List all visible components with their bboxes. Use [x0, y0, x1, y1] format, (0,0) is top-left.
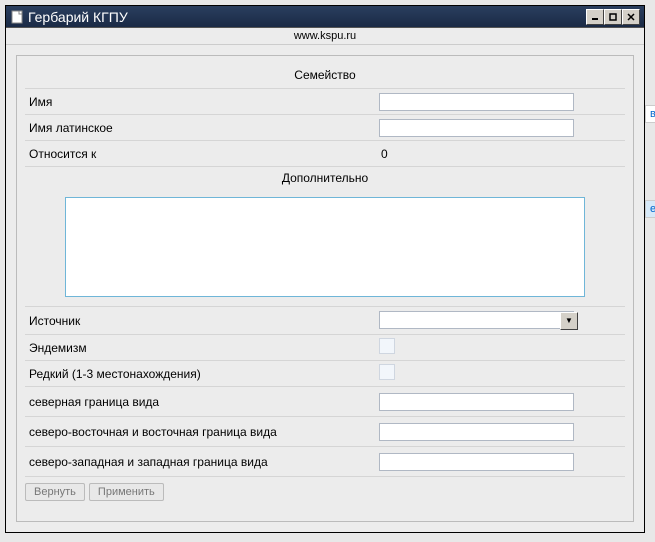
input-latin[interactable] [379, 119, 574, 137]
row-belongs: Относится к 0 [25, 141, 625, 167]
chevron-down-icon[interactable]: ▼ [560, 312, 578, 330]
row-name: Имя [25, 89, 625, 115]
row-source: Источник ▼ [25, 307, 625, 335]
row-rare: Редкий (1-3 местонахождения) [25, 361, 625, 387]
checkbox-endemism[interactable] [379, 338, 395, 354]
section-header-family: Семейство [25, 64, 625, 89]
input-name[interactable] [379, 93, 574, 111]
titlebar: Гербарий КГПУ [6, 6, 644, 28]
row-additional [25, 191, 625, 307]
background-fragment: ен [645, 200, 655, 218]
row-endemism: Эндемизм [25, 335, 625, 361]
label-name: Имя [25, 95, 375, 109]
textarea-additional[interactable] [65, 197, 585, 297]
background-fragment: ва [645, 105, 655, 123]
minimize-button[interactable] [586, 9, 604, 25]
value-belongs: 0 [379, 147, 388, 161]
apply-button[interactable]: Применить [89, 483, 164, 501]
select-source[interactable]: ▼ [379, 311, 579, 331]
window-controls [586, 9, 640, 25]
label-belongs: Относится к [25, 147, 375, 161]
form-container: Семейство Имя Имя латинское Относится к … [6, 45, 644, 532]
input-northeast[interactable] [379, 423, 574, 441]
app-window: Гербарий КГПУ www.kspu.ru Семейство Имя … [5, 5, 645, 533]
label-northeast: северо-восточная и восточная граница вид… [25, 425, 375, 439]
form-actions: Вернуть Применить [25, 477, 625, 501]
label-north: северная граница вида [25, 395, 375, 409]
label-latin: Имя латинское [25, 121, 375, 135]
row-north: северная граница вида [25, 387, 625, 417]
row-latin: Имя латинское [25, 115, 625, 141]
maximize-button[interactable] [604, 9, 622, 25]
row-northeast: северо-восточная и восточная граница вид… [25, 417, 625, 447]
input-northwest[interactable] [379, 453, 574, 471]
document-icon [10, 10, 24, 24]
close-button[interactable] [622, 9, 640, 25]
checkbox-rare[interactable] [379, 364, 395, 380]
form-frame: Семейство Имя Имя латинское Относится к … [16, 55, 634, 522]
row-northwest: северо-западная и западная граница вида [25, 447, 625, 477]
select-source-input[interactable] [379, 311, 574, 329]
label-endemism: Эндемизм [25, 341, 375, 355]
revert-button[interactable]: Вернуть [25, 483, 85, 501]
label-source: Источник [25, 314, 375, 328]
input-north[interactable] [379, 393, 574, 411]
window-title: Гербарий КГПУ [28, 9, 586, 25]
subtitle-bar: www.kspu.ru [6, 28, 644, 45]
section-header-additional: Дополнительно [25, 167, 625, 191]
label-rare: Редкий (1-3 местонахождения) [25, 367, 375, 381]
label-northwest: северо-западная и западная граница вида [25, 455, 375, 469]
